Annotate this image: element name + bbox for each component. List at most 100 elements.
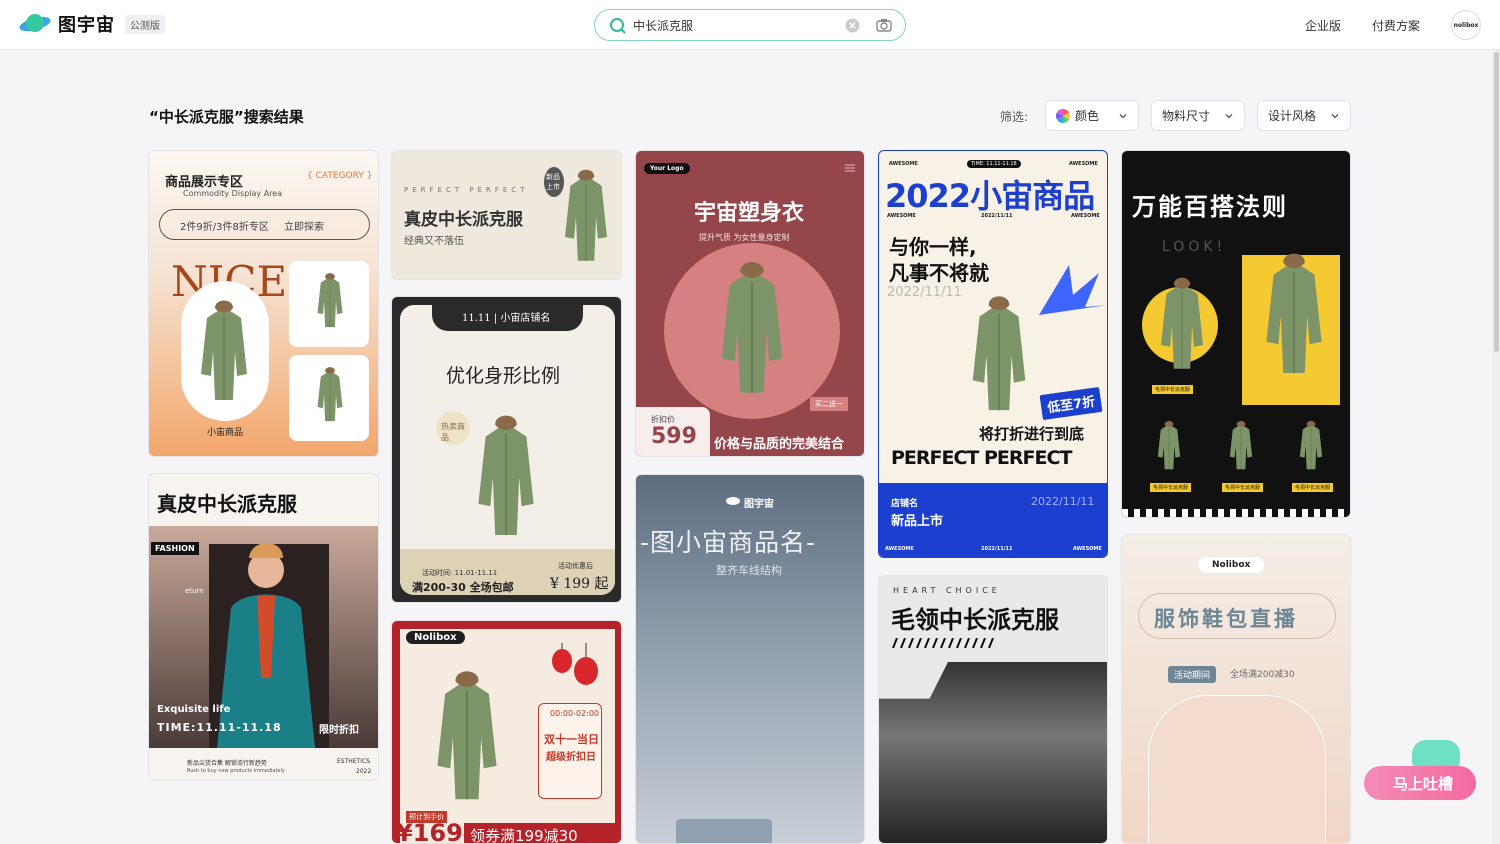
- template-card-2022[interactable]: AWESOME TIME: 11.11-11.18 AWESOME 2022小宙…: [878, 150, 1108, 558]
- filter-style-label: 设计风格: [1268, 109, 1317, 123]
- card-sub: 整齐车线结构: [716, 564, 782, 577]
- template-card-leather-parka[interactable]: PERFECT PERFECT 真皮中长派克服 经典又不落伍 新品上市: [391, 150, 622, 280]
- filter-color-label: 颜色: [1075, 109, 1100, 123]
- template-card-versatile[interactable]: 万能百搭法则 LOOK! 毛领中长派克服 毛领中长派克服 毛领中长派克服 毛领中…: [1121, 150, 1351, 518]
- aw3: AWESOME: [887, 213, 916, 219]
- period-tag: 活动期间: [1168, 666, 1217, 683]
- slash-pattern: [892, 638, 994, 648]
- date-small: 2022/11/11: [981, 213, 1013, 219]
- card-heading: 2022小宙商品: [885, 177, 1095, 215]
- filter-style[interactable]: 设计风格: [1257, 100, 1351, 131]
- footer-en: Rush to buy new products immediately: [187, 768, 285, 774]
- after-label: 活动优惠后: [558, 562, 593, 570]
- aw2: AWESOME: [1069, 161, 1098, 167]
- slogan: 价格与品质的完美结合: [714, 437, 845, 452]
- coat-thumb: [1157, 420, 1181, 470]
- avatar[interactable]: nolibox: [1451, 10, 1481, 40]
- fashion-tag: FASHION: [151, 542, 199, 555]
- card-heading: 万能百搭法则: [1132, 193, 1288, 221]
- template-card-product-name[interactable]: 图宇宙 -图小宙商品名- 整齐车线结构: [635, 474, 865, 844]
- aw4: AWESOME: [1071, 213, 1100, 219]
- return-text: eturn: [185, 587, 204, 595]
- footer-esthetics: ESTHETICS: [337, 758, 370, 765]
- template-card-double11[interactable]: Nolibox 00:00-02:00 双十一当日 超级折扣日 预计到手价 ¥1…: [391, 620, 622, 844]
- template-card-shaping[interactable]: Your Logo 宇宙塑身衣 提升气质 为女性量身定制 买二送一 折扣价 59…: [635, 150, 865, 457]
- logo[interactable]: 图宇宙 公测版: [18, 11, 165, 37]
- your-logo: Your Logo: [644, 163, 690, 174]
- limited-text: 限时折扣: [319, 725, 359, 736]
- tag1: 毛领中长派克服: [1152, 385, 1194, 394]
- card-heading: 宇宙塑身衣: [694, 201, 805, 226]
- filter-size[interactable]: 物料尺寸: [1151, 100, 1245, 131]
- robot-mascot-icon[interactable]: [1412, 740, 1460, 768]
- chevron-down-icon: [1331, 114, 1339, 119]
- search-icon[interactable]: [609, 17, 627, 35]
- coat-image: [436, 670, 498, 800]
- coat-image: [1265, 253, 1323, 374]
- template-card-body-shape[interactable]: 11.11 | 小宙店铺名 优化身形比例 热卖商品 活动时间: 11.01-11…: [391, 296, 622, 603]
- burst-shape: [1039, 265, 1107, 315]
- chevron-down-icon: [1119, 114, 1127, 119]
- discount-tag: 低至7折: [1039, 386, 1103, 421]
- template-card-fur-collar[interactable]: HEART CHOICE 毛领中长派克服: [878, 575, 1108, 844]
- card-heading: -图小宙商品名-: [640, 528, 817, 557]
- search-bar: [594, 9, 906, 41]
- feedback-button[interactable]: 马上吐槽: [1364, 766, 1476, 800]
- line3: 将打折进行到底: [979, 425, 1085, 443]
- footer-cn: 新品尖货合集 解锁流行新趋势: [187, 760, 267, 767]
- coat-image: [477, 415, 535, 536]
- time-text: TIME:11.11-11.18: [157, 721, 282, 734]
- template-card-fashion[interactable]: 真皮中长派克服 FASHION eturn Exquisite life TIM…: [148, 473, 379, 781]
- aw6: AWESOME: [1073, 546, 1102, 552]
- brand-badge: Nolibox: [406, 631, 465, 644]
- card-heading: 服饰鞋包直播: [1154, 607, 1298, 631]
- nav-pricing[interactable]: 付费方案: [1372, 17, 1420, 34]
- card-heading: 商品展示专区: [165, 175, 244, 190]
- camera-icon[interactable]: [875, 16, 893, 34]
- tag2: 毛领中长派克服: [1150, 483, 1192, 492]
- lantern-icon: [552, 643, 598, 685]
- footer-year: 2022: [356, 768, 372, 775]
- pill-right: 立即探索: [284, 222, 324, 233]
- line2: 超级折扣日: [546, 752, 596, 763]
- logo-text: 图宇宙: [58, 15, 115, 36]
- card-category: { CATEGORY }: [307, 171, 373, 181]
- filter-size-label: 物料尺寸: [1162, 109, 1211, 123]
- tag4: 毛领中长派克服: [1292, 483, 1334, 492]
- nav-enterprise[interactable]: 企业版: [1305, 17, 1341, 34]
- new-arrival: 新品上市: [891, 514, 944, 529]
- coat-image: [721, 261, 783, 394]
- checker-strip: [1122, 509, 1350, 517]
- coat-thumb: [317, 272, 343, 328]
- template-card-product-display[interactable]: 商品展示专区 Commodity Display Area { CATEGORY…: [148, 150, 379, 457]
- date-blue: 2022/11/11: [1031, 495, 1095, 508]
- pill-left: 2件9折/3件8折专区: [180, 222, 269, 233]
- card-top: PERFECT PERFECT: [404, 186, 529, 194]
- filter-color[interactable]: 颜色: [1045, 100, 1139, 131]
- coupon-text: 领券满199减30: [470, 827, 578, 844]
- scrollbar-thumb[interactable]: [1494, 52, 1499, 352]
- top-header: 图宇宙 公测版 企业版 付费方案 nolibox: [0, 0, 1500, 50]
- planet-logo-icon: [726, 497, 740, 505]
- look-text: LOOK!: [1162, 239, 1227, 255]
- coat-image: [972, 295, 1026, 411]
- offer-text: 满200-30 全场包邮: [412, 581, 514, 594]
- coat-thumb: [317, 366, 343, 422]
- price: 599: [651, 424, 697, 449]
- card-sub: Commodity Display Area: [183, 189, 283, 198]
- explore-pill: 2件9折/3件8折专区 立即探索: [159, 209, 370, 240]
- search-input[interactable]: [633, 16, 823, 34]
- menu-icon: [845, 164, 855, 172]
- card-label: 小宙商品: [207, 428, 244, 438]
- coat-image: [564, 169, 608, 262]
- coat-thumb: [1299, 420, 1323, 470]
- time-badge: TIME: 11.11-11.18: [967, 160, 1021, 168]
- clear-icon[interactable]: [845, 18, 860, 33]
- planet-logo-icon: [19, 14, 51, 32]
- activity-time: 活动时间: 11.01-11.11: [422, 569, 498, 577]
- template-card-live-stream[interactable]: Nolibox 服饰鞋包直播 活动期间 全场满200减30: [1121, 534, 1351, 844]
- timer: 00:00-02:00: [550, 709, 599, 718]
- feedback-label: 马上吐槽: [1392, 774, 1453, 793]
- coat-image: [200, 300, 248, 401]
- price: ¥ 199 起: [550, 576, 609, 592]
